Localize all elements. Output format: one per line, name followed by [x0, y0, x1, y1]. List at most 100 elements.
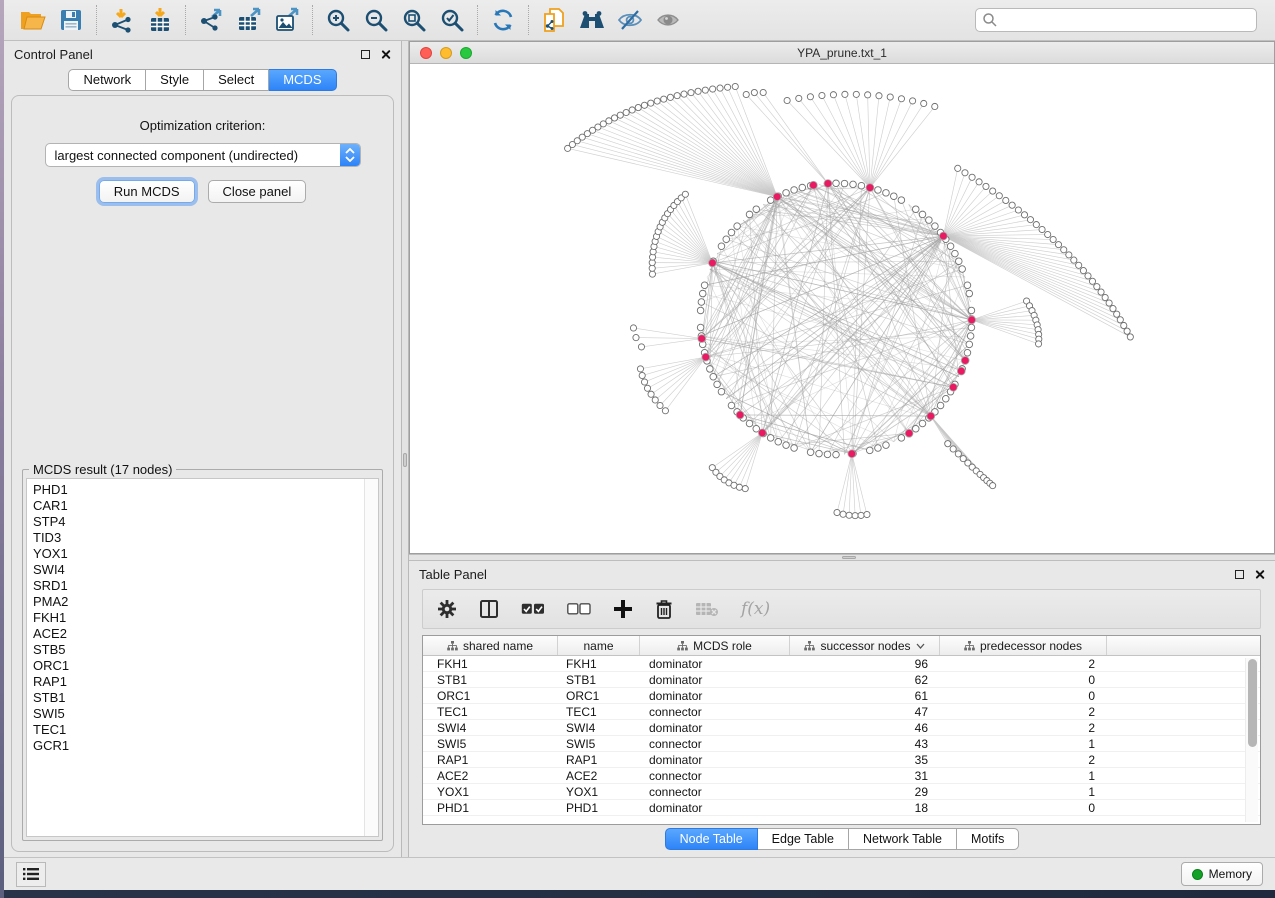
cell-predecessor-nodes[interactable]: 1	[940, 785, 1107, 799]
mcds-result-item[interactable]: SRD1	[33, 578, 378, 594]
show-all-icon[interactable]	[649, 3, 687, 37]
table-row[interactable]: RAP1RAP1dominator352	[423, 752, 1260, 768]
close-panel-icon[interactable]	[380, 49, 391, 60]
mcds-result-item[interactable]: SWI5	[33, 706, 378, 722]
table-row[interactable]: STB1STB1dominator620	[423, 672, 1260, 688]
mcds-result-item[interactable]: STB5	[33, 642, 378, 658]
cell-successor-nodes[interactable]: 29	[790, 785, 940, 799]
mcds-result-item[interactable]: GCR1	[33, 738, 378, 754]
table-row[interactable]: ACE2ACE2connector311	[423, 768, 1260, 784]
column-header-successor-nodes[interactable]: successor nodes	[790, 636, 940, 655]
cell-shared-name[interactable]: PHD1	[423, 801, 558, 815]
cell-shared-name[interactable]: SWI5	[423, 737, 558, 751]
cell-name[interactable]: ACE2	[558, 769, 640, 783]
zoom-in-icon[interactable]	[319, 3, 357, 37]
tab-network[interactable]: Network	[68, 69, 146, 91]
close-panel-button[interactable]: Close panel	[208, 180, 307, 203]
clone-network-icon[interactable]	[535, 3, 573, 37]
column-header-shared-name[interactable]: shared name	[423, 636, 558, 655]
optimization-criterion-dropdown[interactable]: largest connected component (undirected)	[45, 143, 361, 167]
table-row[interactable]: YOX1YOX1connector291	[423, 784, 1260, 800]
tab-select[interactable]: Select	[204, 69, 269, 91]
cell-MCDS-role[interactable]: dominator	[640, 801, 790, 815]
close-panel-icon[interactable]	[1254, 569, 1265, 580]
column-header-MCDS-role[interactable]: MCDS role	[640, 636, 790, 655]
column-header-name[interactable]: name	[558, 636, 640, 655]
mcds-result-item[interactable]: YOX1	[33, 546, 378, 562]
save-session-icon[interactable]	[52, 3, 90, 37]
cell-successor-nodes[interactable]: 31	[790, 769, 940, 783]
column-header-predecessor-nodes[interactable]: predecessor nodes	[940, 636, 1107, 655]
table-scrollbar[interactable]	[1245, 658, 1258, 822]
cell-name[interactable]: STB1	[558, 673, 640, 687]
splitter-grip[interactable]	[403, 453, 407, 467]
cell-successor-nodes[interactable]: 35	[790, 753, 940, 767]
cell-predecessor-nodes[interactable]: 2	[940, 753, 1107, 767]
tab-mcds[interactable]: MCDS	[269, 69, 336, 91]
table-row[interactable]: ORC1ORC1dominator610	[423, 688, 1260, 704]
cell-name[interactable]: YOX1	[558, 785, 640, 799]
search-input[interactable]	[975, 8, 1257, 32]
cell-shared-name[interactable]: TEC1	[423, 705, 558, 719]
table-row[interactable]: TEC1TEC1connector472	[423, 704, 1260, 720]
horizontal-splitter[interactable]	[409, 554, 1275, 561]
mcds-result-item[interactable]: SWI4	[33, 562, 378, 578]
deselect-all-icon[interactable]	[567, 603, 591, 615]
table-row[interactable]: PHD1PHD1dominator180	[423, 800, 1260, 816]
cell-shared-name[interactable]: STB1	[423, 673, 558, 687]
cell-MCDS-role[interactable]: connector	[640, 705, 790, 719]
table-row[interactable]: SWI4SWI4dominator462	[423, 720, 1260, 736]
export-table-icon[interactable]	[230, 3, 268, 37]
mcds-result-item[interactable]: STP4	[33, 514, 378, 530]
cell-successor-nodes[interactable]: 62	[790, 673, 940, 687]
cell-predecessor-nodes[interactable]: 1	[940, 737, 1107, 751]
add-row-icon[interactable]	[613, 599, 633, 619]
import-network-icon[interactable]	[103, 3, 141, 37]
tab-node-table[interactable]: Node Table	[665, 828, 758, 850]
select-all-icon[interactable]	[521, 603, 545, 615]
cell-MCDS-role[interactable]: dominator	[640, 673, 790, 687]
mcds-result-item[interactable]: CAR1	[33, 498, 378, 514]
cell-successor-nodes[interactable]: 96	[790, 657, 940, 671]
cell-name[interactable]: RAP1	[558, 753, 640, 767]
tab-network-table[interactable]: Network Table	[849, 828, 957, 850]
cell-successor-nodes[interactable]: 18	[790, 801, 940, 815]
show-column-icon[interactable]	[479, 599, 499, 619]
tab-motifs[interactable]: Motifs	[957, 828, 1019, 850]
cell-name[interactable]: FKH1	[558, 657, 640, 671]
open-file-icon[interactable]	[14, 3, 52, 37]
export-network-icon[interactable]	[192, 3, 230, 37]
refresh-icon[interactable]	[484, 3, 522, 37]
cell-predecessor-nodes[interactable]: 0	[940, 801, 1107, 815]
vertical-splitter[interactable]	[401, 41, 409, 857]
cell-predecessor-nodes[interactable]: 2	[940, 657, 1107, 671]
cell-successor-nodes[interactable]: 61	[790, 689, 940, 703]
splitter-grip[interactable]	[842, 556, 856, 559]
export-image-icon[interactable]	[268, 3, 306, 37]
zoom-out-icon[interactable]	[357, 3, 395, 37]
task-history-button[interactable]	[16, 862, 46, 887]
table-row[interactable]: SWI5SWI5connector431	[423, 736, 1260, 752]
cell-successor-nodes[interactable]: 47	[790, 705, 940, 719]
cell-shared-name[interactable]: ACE2	[423, 769, 558, 783]
cell-predecessor-nodes[interactable]: 0	[940, 673, 1107, 687]
cell-successor-nodes[interactable]: 43	[790, 737, 940, 751]
mcds-result-item[interactable]: STB1	[33, 690, 378, 706]
mcds-list-scrollbar[interactable]	[364, 479, 378, 836]
cell-name[interactable]: PHD1	[558, 801, 640, 815]
import-table-icon[interactable]	[141, 3, 179, 37]
zoom-fit-icon[interactable]	[395, 3, 433, 37]
cell-successor-nodes[interactable]: 46	[790, 721, 940, 735]
cell-MCDS-role[interactable]: connector	[640, 785, 790, 799]
cell-shared-name[interactable]: SWI4	[423, 721, 558, 735]
delete-table-icon[interactable]	[695, 600, 719, 618]
cell-MCDS-role[interactable]: dominator	[640, 753, 790, 767]
cell-MCDS-role[interactable]: connector	[640, 769, 790, 783]
cell-predecessor-nodes[interactable]: 2	[940, 721, 1107, 735]
float-panel-icon[interactable]	[361, 50, 370, 59]
cell-shared-name[interactable]: FKH1	[423, 657, 558, 671]
cell-name[interactable]: SWI5	[558, 737, 640, 751]
table-row[interactable]: FKH1FKH1dominator962	[423, 656, 1260, 672]
hide-selected-icon[interactable]	[611, 3, 649, 37]
cell-shared-name[interactable]: ORC1	[423, 689, 558, 703]
